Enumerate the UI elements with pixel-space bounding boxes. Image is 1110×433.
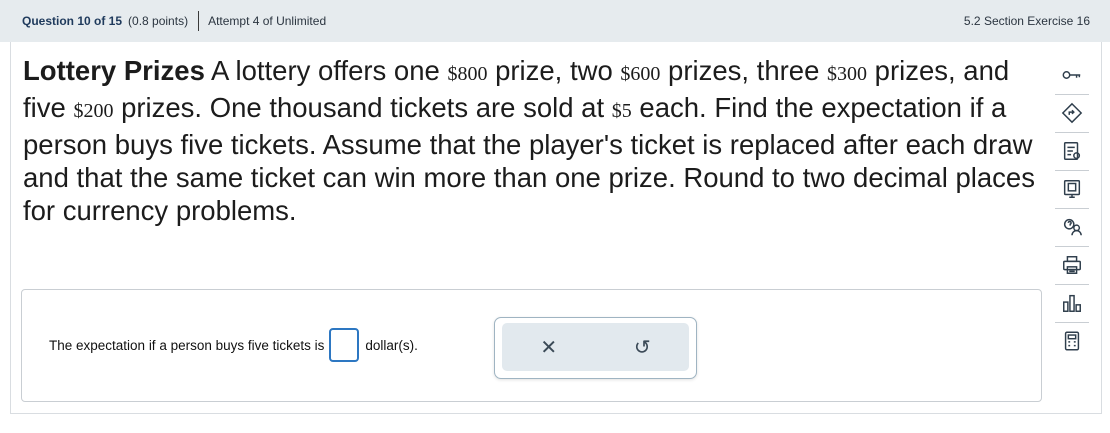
question-text: Lottery Prizes A lottery offers one $800… [23, 54, 1039, 227]
question-header: Question 10 of 15 (0.8 points) Attempt 4… [0, 0, 1110, 42]
question-fragment: prizes. One thousand tickets are sold at [113, 92, 612, 123]
prize-amount: $800 [447, 63, 488, 85]
prize-amount: $300 [827, 63, 868, 85]
answer-input[interactable] [329, 328, 360, 362]
answer-prompt: The expectation if a person buys five ti… [49, 337, 325, 353]
answer-row: The expectation if a person buys five ti… [49, 328, 418, 362]
key-icon[interactable] [1055, 58, 1089, 92]
question-fragment: prizes, three [660, 55, 828, 86]
input-tools-popup: ✕ ↺ [494, 317, 697, 379]
stats-icon[interactable] [1055, 286, 1089, 320]
question-fragment: prize, two [487, 55, 621, 86]
whiteboard-icon[interactable] [1055, 172, 1089, 206]
question-fragment: A lottery offers one [204, 55, 448, 86]
undo-button[interactable]: ↺ [596, 323, 690, 371]
print-icon[interactable] [1055, 248, 1089, 282]
question-card: Lottery Prizes A lottery offers one $800… [10, 42, 1102, 414]
notes-icon[interactable] [1055, 134, 1089, 168]
prize-amount: $600 [620, 63, 661, 85]
question-points: (0.8 points) [128, 14, 189, 28]
question-number: Question 10 of 15 [22, 14, 123, 28]
section-label: 5.2 Section Exercise 16 [963, 14, 1090, 28]
clear-button[interactable]: ✕ [502, 323, 596, 371]
tool-sidebar [1052, 58, 1092, 360]
attempt-counter: Attempt 4 of Unlimited [208, 14, 327, 28]
ask-tutor-icon[interactable] [1055, 210, 1089, 244]
answer-panel: The expectation if a person buys five ti… [21, 289, 1042, 402]
hint-icon[interactable] [1055, 96, 1089, 130]
undo-icon: ↺ [633, 336, 651, 359]
question-title: Lottery Prizes [23, 55, 205, 86]
answer-unit: dollar(s). [365, 337, 418, 353]
input-tools-bar: ✕ ↺ [502, 323, 689, 371]
calculator-icon[interactable] [1055, 324, 1089, 358]
header-divider [198, 11, 200, 31]
ticket-price: $5 [611, 100, 632, 122]
prize-amount: $200 [73, 100, 114, 122]
close-icon: ✕ [540, 336, 558, 359]
